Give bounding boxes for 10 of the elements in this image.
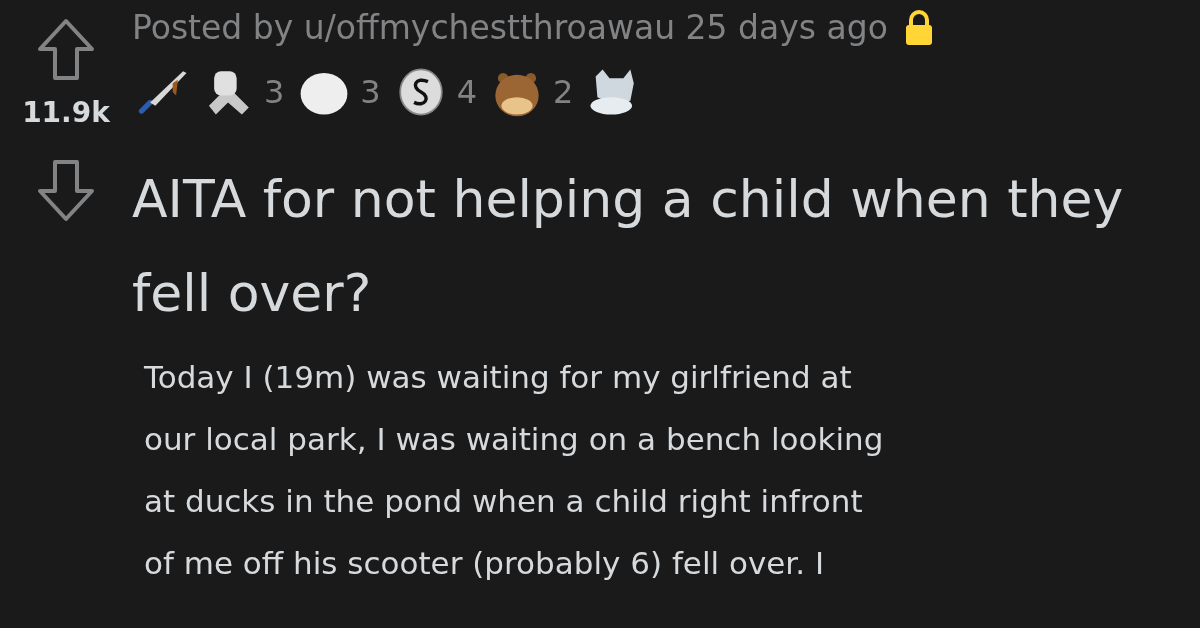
post-body: Today I (19m) was waiting for my girlfriend at our local park, I was waiting on a bench looking at ducks in the pond when a child right infront of me off his scooter (probably 6) fell over. I	[144, 357, 885, 583]
post-byline: Posted by u/offmychestthroawau 25 days ago	[132, 8, 888, 48]
downvote-icon[interactable]	[37, 158, 95, 222]
award-count: 2	[553, 71, 574, 113]
award-count: 4	[456, 71, 478, 113]
award-count: 3	[264, 71, 285, 113]
upvote-icon[interactable]	[37, 18, 95, 82]
award-count: 3	[360, 71, 381, 113]
post-title: AITA for not helping a child when they fell over?	[132, 167, 1125, 325]
vote-count: 11.9k	[22, 95, 110, 131]
